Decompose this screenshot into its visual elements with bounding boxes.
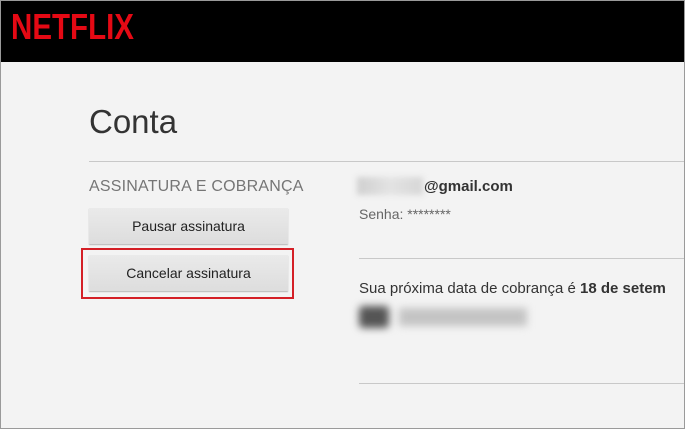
top-bar: NETFLIX [1,1,684,62]
divider [89,161,684,162]
divider [359,383,684,384]
section-label: ASSINATURA E COBRANÇA [89,178,304,195]
account-page: NETFLIX Conta ASSINATURA E COBRANÇA Paus… [0,0,685,429]
payment-method-blurred [353,304,531,332]
highlight-box [81,248,294,299]
account-email: @gmail.com [424,178,513,195]
netflix-logo[interactable]: NETFLIX [11,7,134,47]
page-title: Conta [89,103,178,140]
password-mask: Senha: ******** [359,206,451,222]
card-number-blurred [399,308,527,326]
divider [359,258,684,259]
billing-info: Sua próxima data de cobrança é 18 de set… [359,280,666,297]
billing-date: 18 de setem [579,280,666,297]
pause-membership-button[interactable]: Pausar assinatura [89,208,288,244]
card-icon [359,306,389,328]
billing-prefix: Sua próxima data de cobrança é [359,280,580,297]
email-blurred [357,177,423,195]
